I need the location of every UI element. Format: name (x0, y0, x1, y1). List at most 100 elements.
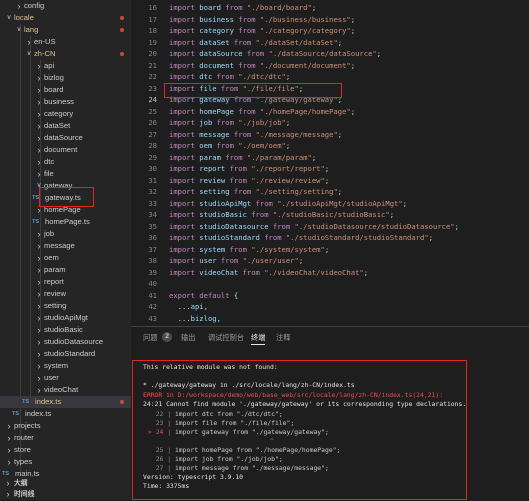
code-line[interactable]: 31 import review from "./review/review"; (131, 175, 529, 186)
file-item[interactable]: TS index.ts (0, 408, 131, 420)
line-number: 26 (148, 118, 157, 127)
section-header-0[interactable]: › 大纲 (0, 478, 131, 489)
code-line[interactable]: 22 import dtc from "./dtc/dtc"; (131, 71, 529, 82)
line-number: 38 (148, 256, 157, 265)
folder-item[interactable]: › user (0, 372, 131, 384)
code-line[interactable]: 42 ...api, (131, 301, 529, 312)
code-token: dataSet (199, 37, 230, 47)
folder-item[interactable]: › studioApiMgt (0, 312, 131, 324)
folder-item[interactable]: ∨ locale (0, 12, 131, 24)
code-line[interactable]: 30 import report from "./report/report"; (131, 163, 529, 174)
folder-item[interactable]: › business (0, 96, 131, 108)
code-line[interactable]: 33 import studioApiMgt from "./studioApiM… (131, 198, 529, 209)
code-line[interactable]: 32 import setting from "./setting/setting… (131, 186, 529, 197)
folder-item[interactable]: › store (0, 444, 131, 456)
folder-item[interactable]: › review (0, 288, 131, 300)
code-line[interactable]: 27 import message from "./message/message… (131, 129, 529, 140)
folder-item[interactable]: › report (0, 276, 131, 288)
folder-item[interactable]: › config (0, 0, 131, 12)
code-line[interactable]: 35 import studioDatasource from "./studio… (131, 221, 529, 232)
file-item[interactable]: TS gateway.ts (0, 192, 131, 204)
code-line[interactable]: 17 import business from "./business/busin… (131, 14, 529, 25)
terminal-line: 27 | import message from "./message/mess… (148, 464, 329, 473)
chevron-right-icon: › (37, 277, 41, 287)
folder-item[interactable]: › studioBasic (0, 324, 131, 336)
code-line[interactable]: 28 import oem from "./oem/oem"; (131, 140, 529, 151)
folder-item[interactable]: › types (0, 456, 131, 468)
section-header-1[interactable]: › 时间线 (0, 489, 131, 500)
code-line[interactable]: 43 ...bizlog, (131, 313, 529, 324)
code-token: from (216, 83, 243, 93)
folder-item[interactable]: › category (0, 108, 131, 120)
folder-item[interactable]: › api (0, 60, 131, 72)
code-token: from (259, 233, 286, 242)
line-number: 40 (148, 279, 157, 288)
chevron-right-icon: › (37, 157, 41, 167)
folder-item[interactable]: ∨ zh-CN (0, 48, 131, 60)
code-line[interactable]: 39 import videoChat from "./videoChat/vid… (131, 267, 529, 278)
folder-item[interactable]: › dtc (0, 156, 131, 168)
code-line[interactable]: 29 import param from "./param/param"; (131, 152, 529, 163)
file-item[interactable]: TS index.ts (0, 396, 131, 408)
line-number: 17 (148, 14, 157, 24)
chevron-right-icon: › (6, 489, 10, 499)
chevron-right-icon: › (37, 325, 41, 335)
tree-item-label: projects (14, 421, 41, 430)
code-line[interactable]: 20 import dataSource from "./dataSource/d… (131, 48, 529, 59)
code-line[interactable]: 40 (131, 278, 529, 289)
code-text: import document from "./document/documen… (169, 60, 355, 71)
code-line[interactable]: 36 import studioStandard from "./studioSt… (131, 232, 529, 243)
folder-item[interactable]: › setting (0, 300, 131, 312)
code-token: from (251, 198, 278, 208)
code-line[interactable]: 38 import user from "./user/user"; (131, 255, 529, 266)
folder-item[interactable]: › system (0, 360, 131, 372)
folder-item[interactable]: › bizlog (0, 72, 131, 84)
code-line[interactable]: 23 import file from "./file/file"; (131, 83, 529, 94)
code-line[interactable]: 16 import board from "./board/board"; (131, 2, 529, 13)
code-line[interactable]: 25 import homePage from "./homePage/homeP… (131, 106, 529, 117)
code-line[interactable]: 37 import system from "./system/system"; (131, 244, 529, 255)
code-line[interactable]: 21 import document from "./document/docum… (131, 60, 529, 71)
file-item[interactable]: TS homePage.ts (0, 216, 131, 228)
code-line[interactable]: 24 import gateway from "./gateway/gateway… (131, 94, 529, 105)
folder-item[interactable]: › dataSet (0, 120, 131, 132)
code-line[interactable]: 34 import studioBasic from "./studioBasic… (131, 209, 529, 220)
tree-item-label: message (44, 241, 75, 250)
folder-item[interactable]: › dataSource (0, 132, 131, 144)
code-editor[interactable]: 16 import board from "./board/board"; 17 im… (131, 0, 529, 325)
folder-item[interactable]: › message (0, 240, 131, 252)
folder-item[interactable]: › job (0, 228, 131, 240)
folder-item[interactable]: › projects (0, 420, 131, 432)
code-line[interactable]: 44 ...board, (131, 324, 529, 325)
explorer-sidebar: › config ∨ locale ∨ lang › en-US ∨ zh-CN › api › bizl… (0, 0, 131, 500)
folder-item[interactable]: › en-US (0, 36, 131, 48)
code-line[interactable]: 41 export default { (131, 290, 529, 301)
folder-item[interactable]: › file (0, 168, 131, 180)
folder-item[interactable]: › studioStandard (0, 348, 131, 360)
folder-item[interactable]: › studioDatasource (0, 336, 131, 348)
terminal-pointer: > (148, 428, 156, 437)
folder-item[interactable]: › param (0, 264, 131, 276)
tree-item-label: job (44, 229, 55, 238)
code-token: import (169, 187, 200, 196)
folder-item[interactable]: › board (0, 84, 131, 96)
code-line[interactable]: 19 import dataSet from "./dataSet/dataSet… (131, 37, 529, 48)
tree-item-label: studioDatasource (44, 337, 104, 346)
folder-item[interactable]: ∨ lang (0, 24, 131, 36)
code-token: from (225, 175, 252, 185)
folder-item[interactable]: › router (0, 432, 131, 444)
code-token: "./oem/oem" (238, 141, 286, 150)
code-line[interactable]: 18 import category from "./category/categ… (131, 25, 529, 36)
code-token: import (169, 60, 200, 70)
code-token: "./report/report" (251, 164, 325, 173)
folder-item[interactable]: ∨ gateway (0, 180, 131, 192)
code-token: ; (337, 187, 343, 196)
folder-item[interactable]: › document (0, 144, 131, 156)
section-header-label: 时间线 (14, 491, 35, 498)
code-token: "./business/business" (259, 14, 351, 24)
folder-item[interactable]: › videoChat (0, 384, 131, 396)
folder-item[interactable]: › oem (0, 252, 131, 264)
folder-item[interactable]: › homePage (0, 204, 131, 216)
code-line[interactable]: 26 import job from "./job/job"; (131, 117, 529, 128)
code-token: "./studioBasic/studioBasic" (272, 210, 390, 219)
